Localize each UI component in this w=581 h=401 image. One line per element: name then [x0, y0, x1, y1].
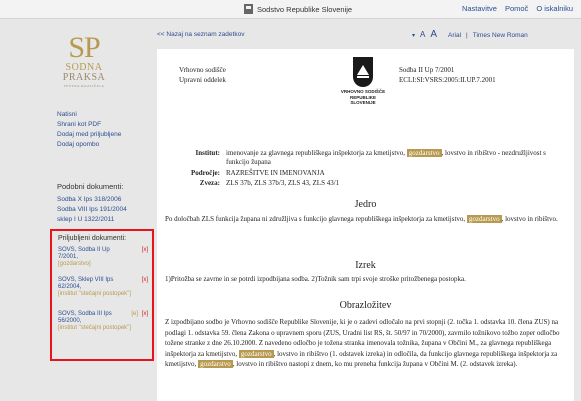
zveza-row: Zveza: ZLS 37b, ZLS 37b/3, ZLS 43, ZLS 4… — [167, 179, 567, 188]
obrazlozitev-heading: Obrazložitev — [339, 300, 392, 311]
left-sidebar: SP SODNA PRAKSA TESTNA RAZLIČICA Natisni… — [0, 19, 154, 401]
sodna-praksa-logo[interactable]: SP SODNA PRAKSA TESTNA RAZLIČICA — [54, 33, 114, 89]
font-controls: ▾ A A Arial | Times New Roman — [412, 29, 528, 40]
jedro-heading: Jedro — [354, 199, 377, 210]
font-times-button[interactable]: Times New Roman — [473, 32, 528, 39]
favorite-doc-tag: [institut "stečajni postopek"] — [58, 291, 131, 297]
similar-doc-item[interactable]: sklep I U 1322/2011 — [57, 215, 127, 225]
logo-line2: PRAKSA — [62, 72, 106, 83]
similar-docs-list: Sodba X Ips 318/2006 Sodba VIII Ips 191/… — [57, 195, 127, 225]
favorite-doc-item: SOVS, Sodba II Up 7/2001, [gozdarstvo] [… — [58, 247, 148, 268]
top-bar: Sodstvo Republike Slovenije Nastavitve P… — [0, 0, 581, 19]
add-note-link[interactable]: Dodaj opombo — [57, 140, 121, 150]
court-department: Upravni oddelek — [179, 76, 226, 84]
court-logo-icon — [244, 4, 253, 14]
jedro-text: Po določbah ZLS funkcija župana ni združ… — [165, 214, 565, 225]
institut-label: Institut: — [195, 149, 220, 157]
crest-line2: REPUBLIKE SLOVENIJE — [349, 94, 376, 106]
search-highlight: gozdarstvo — [466, 215, 502, 223]
crest-line1: VRHOVNO SODIŠČE — [340, 89, 386, 94]
search-highlight: gozdarstvo — [406, 149, 442, 157]
similar-doc-item[interactable]: Sodba X Ips 318/2006 — [57, 195, 127, 205]
back-to-results-link[interactable]: << Nazaj na seznam zadetkov — [157, 31, 244, 38]
document-actions: Natisni Shrani kot PDF Dodaj med priljub… — [57, 110, 121, 150]
search-highlight: gozdarstvo — [238, 349, 274, 358]
court-crest: VRHOVNO SODIŠČE REPUBLIKE SLOVENIJE — [337, 57, 389, 106]
remove-favorite-button[interactable]: [x] — [142, 247, 148, 254]
case-reference: Sodba II Up 7/2001 ECLI:SI:VSRS:2005:II.… — [399, 65, 496, 85]
coat-of-arms-icon — [353, 57, 373, 87]
case-number: Sodba II Up 7/2001 — [399, 66, 455, 74]
document-panel: Vrhovno sodišče Upravni oddelek VRHOVNO … — [157, 49, 574, 401]
print-link[interactable]: Natisni — [57, 110, 121, 120]
zveza-label: Zveza: — [199, 179, 220, 187]
podrocje-label: Področje: — [190, 169, 220, 177]
court-name: Vrhovno sodišče — [179, 66, 226, 74]
font-arial-button[interactable]: Arial — [448, 32, 461, 39]
ecli-number: ECLI:SI:VSRS:2005:II.UP.7.2001 — [399, 76, 496, 84]
favorite-doc-tag: [institut "stečajni postopek"] — [58, 325, 131, 331]
favorite-doc-item: SOVS, Sodba III Ips 56/2000, [institut "… — [58, 311, 148, 332]
favorite-doc-item: SOVS, Sklep VIII Ips 62/2004, [institut … — [58, 277, 148, 298]
site-name: Sodstvo Republike Slovenije — [257, 4, 353, 14]
podrocje-value: RAZREŠITVE IN IMENOVANJA — [226, 169, 325, 177]
favorite-docs-panel: Priljubljeni dokumenti: SOVS, Sodba II U… — [50, 229, 154, 361]
settings-link[interactable]: Nastavitve — [462, 4, 497, 13]
izrek-heading: Izrek — [355, 260, 376, 271]
about-link[interactable]: O iskalniku — [536, 4, 573, 13]
font-separator: | — [466, 32, 468, 39]
top-links: Nastavitve Pomoč O iskalniku — [462, 4, 573, 13]
jedro-text-pre: Po določbah ZLS funkcija župana ni združ… — [165, 215, 466, 223]
similar-doc-item[interactable]: Sodba VIII Ips 191/2004 — [57, 205, 127, 215]
main-content: << Nazaj na seznam zadetkov ▾ A A Arial … — [152, 19, 581, 401]
court-info: Vrhovno sodišče Upravni oddelek — [179, 65, 226, 85]
logo-letters: SP — [68, 31, 100, 64]
izrek-text: 1)Pritožba se zavrne in se potrdi izpodb… — [165, 275, 466, 283]
podrocje-row: Področje: RAZREŠITVE IN IMENOVANJA — [167, 169, 567, 178]
save-pdf-link[interactable]: Shrani kot PDF — [57, 120, 121, 130]
favorite-doc-link[interactable]: SOVS, Sodba III Ips 56/2000, — [58, 311, 128, 325]
zveza-value: ZLS 37b, ZLS 37b/3, ZLS 43, ZLS 43/1 — [226, 179, 340, 187]
site-title[interactable]: Sodstvo Republike Slovenije — [244, 4, 352, 14]
font-size-small-button[interactable]: A — [420, 30, 425, 39]
favorite-doc-tag: [gozdarstvo] — [58, 261, 91, 267]
institut-text: imenovanje za glavnega republiškega inšp… — [226, 149, 406, 157]
obr-text-3: , lovstvo in ribištvo nastopi z dnem, ko… — [232, 360, 518, 368]
remove-favorite-button[interactable]: [x] — [142, 277, 148, 284]
institut-row: Institut: imenovanje za glavnega republi… — [167, 149, 567, 167]
help-link[interactable]: Pomoč — [505, 4, 528, 13]
search-highlight: gozdarstvo — [198, 360, 233, 368]
remove-favorite-button[interactable]: [x] — [142, 311, 148, 318]
case-metadata: Institut: imenovanje za glavnega republi… — [167, 149, 567, 188]
jedro-text-post: , lovstvo in ribištvo. — [501, 215, 558, 223]
obrazlozitev-text: Z izpodbijano sodbo je Vrhovno sodišče R… — [165, 317, 565, 370]
similar-docs-title: Podobni dokumenti: — [57, 182, 124, 191]
font-size-decrease-icon[interactable]: ▾ — [412, 32, 415, 39]
font-size-large-button[interactable]: A — [430, 29, 437, 40]
add-favorite-link[interactable]: Dodaj med priljubljene — [57, 130, 121, 140]
institut-value: imenovanje za glavnega republiškega inšp… — [226, 149, 567, 167]
favorite-doc-link[interactable]: SOVS, Sodba II Up 7/2001, — [58, 247, 128, 261]
logo-tagline: TESTNA RAZLIČICA — [63, 84, 105, 88]
edit-favorite-button[interactable]: [e] — [131, 311, 138, 318]
favorite-docs-title: Priljubljeni dokumenti: — [58, 235, 127, 242]
favorite-doc-link[interactable]: SOVS, Sklep VIII Ips 62/2004, — [58, 277, 128, 291]
